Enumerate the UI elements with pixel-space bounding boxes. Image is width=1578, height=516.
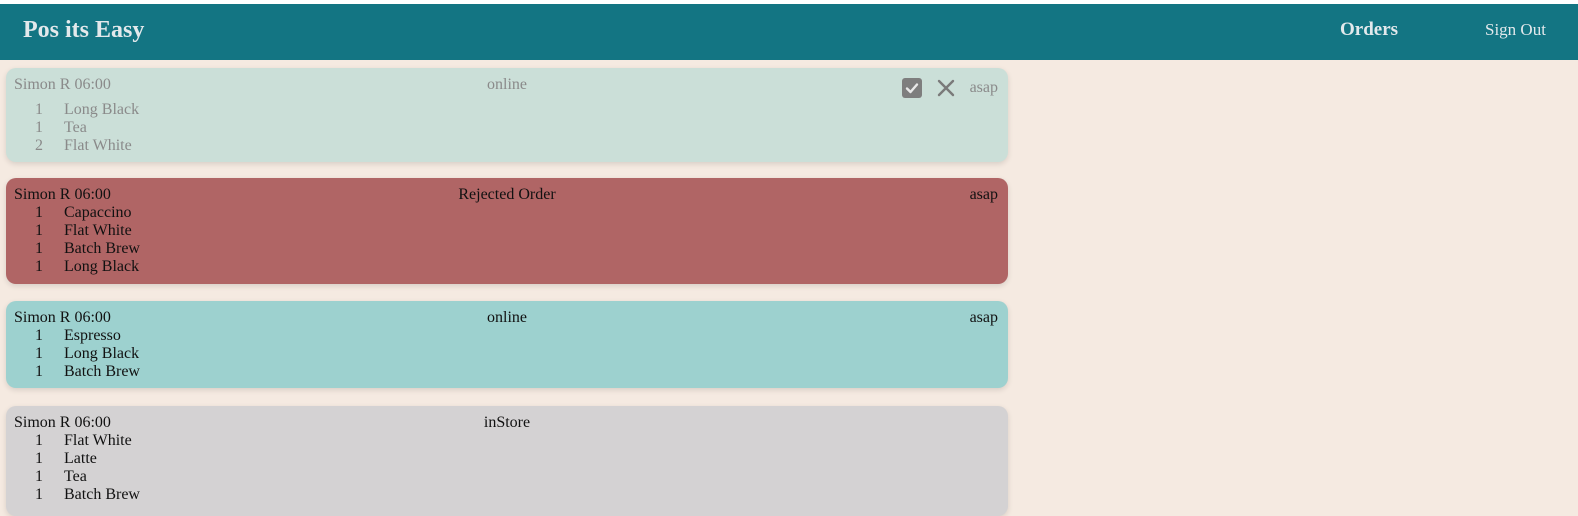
item-name: Long Black [64, 101, 140, 118]
order-item: 1 Batch Brew [6, 363, 406, 381]
item-qty: 1 [35, 204, 43, 221]
item-qty: 1 [35, 101, 43, 118]
order-item: 2 Flat White [6, 137, 406, 155]
order-source: inStore [483, 414, 531, 431]
item-qty: 1 [35, 363, 43, 380]
item-name: Flat White [64, 432, 132, 449]
item-name: Flat White [64, 137, 132, 154]
item-name: Tea [64, 119, 87, 136]
order-status: Rejected Order [458, 186, 556, 203]
order-item: 1 Flat White [6, 222, 406, 240]
item-qty: 1 [35, 327, 43, 344]
item-name: Capaccino [64, 204, 132, 221]
check-square-icon [905, 83, 919, 94]
item-qty: 1 [35, 258, 43, 275]
item-qty: 1 [35, 345, 43, 362]
order-items: 1 Espresso 1 Long Black 1 Batch Brew [6, 327, 406, 381]
accept-order-button[interactable] [902, 78, 922, 98]
order-timing: asap [969, 79, 998, 96]
navbar: Pos its Easy Orders Sign Out [0, 4, 1578, 60]
order-item: 1 Capaccino [6, 204, 406, 222]
item-qty: 1 [35, 486, 43, 503]
item-qty: 1 [35, 222, 43, 239]
item-name: Batch Brew [64, 486, 140, 503]
item-qty: 1 [35, 432, 43, 449]
order-item: 1 Batch Brew [6, 240, 406, 258]
order-items: 1 Capaccino 1 Flat White 1 Batch Brew 1 Long… [6, 204, 406, 276]
item-name: Long Black [64, 258, 140, 275]
nav-orders-link[interactable]: Orders [1340, 19, 1398, 41]
order-timing: asap [969, 186, 998, 203]
order-item: 1 Long Black [6, 345, 406, 363]
sign-out-link[interactable]: Sign Out [1485, 20, 1546, 40]
order-item: 1 Tea [6, 119, 406, 137]
order-item: 1 Long Black [6, 258, 406, 276]
item-name: Long Black [64, 345, 140, 362]
order-item: 1 Latte [6, 450, 406, 468]
item-name: Batch Brew [64, 363, 140, 380]
order-item: 1 Batch Brew [6, 486, 406, 504]
order-item: 1 Tea [6, 468, 406, 486]
item-qty: 2 [35, 137, 43, 154]
brand-title: Pos its Easy [23, 17, 145, 43]
order-card-pending: Simon R 06:00 online asap 1 Long Black 1T… [6, 68, 1008, 162]
item-name: Batch Brew [64, 240, 140, 257]
order-card-online[interactable]: Simon R 06:00 online asap 1 Espresso 1 Lon… [6, 301, 1008, 388]
item-name: Latte [64, 450, 97, 467]
order-item: 1 Flat White [6, 432, 406, 450]
order-items: 1 Flat White 1 Latte 1 Tea 1 Batch Brew [6, 432, 406, 504]
item-qty: 1 [35, 119, 43, 136]
order-source: online [487, 309, 527, 326]
order-item: 1 Espresso [6, 327, 406, 345]
order-items: 1 Long Black 1 Tea 2 Flat White [6, 101, 406, 155]
item-qty: 1 [35, 468, 43, 485]
close-icon [937, 79, 955, 97]
order-timing: asap [969, 309, 998, 326]
order-card-rejected[interactable]: Simon R 06:00 Rejected Order asap 1 Capac… [6, 178, 1008, 284]
item-qty: 1 [35, 240, 43, 257]
reject-order-button[interactable] [937, 79, 955, 97]
item-qty: 1 [35, 450, 43, 467]
order-source: online [487, 76, 527, 93]
order-card-instore[interactable]: Simon R 06:00 inStore 1 Flat White 1 Latte… [6, 406, 1008, 516]
item-name: Tea [64, 468, 87, 485]
order-item: 1 Long Black [6, 101, 406, 119]
item-name: Espresso [64, 327, 121, 344]
item-name: Flat White [64, 222, 132, 239]
